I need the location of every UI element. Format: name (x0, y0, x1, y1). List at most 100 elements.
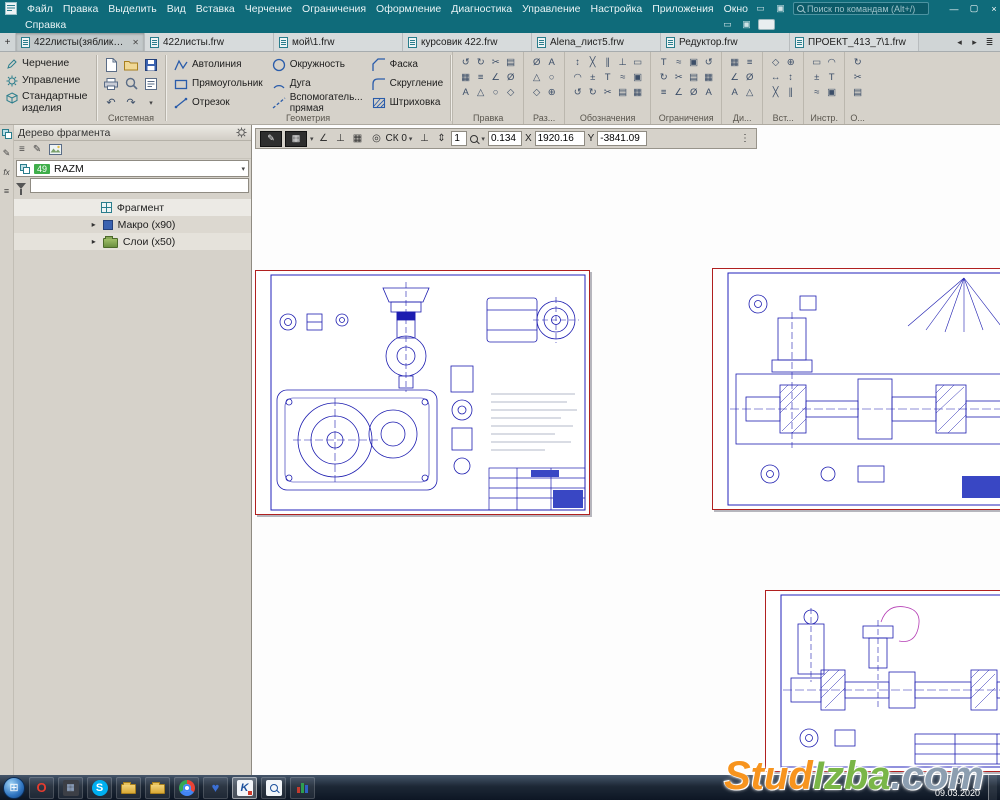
tool-icon[interactable]: T (824, 70, 839, 85)
tree-item-macro[interactable]: ▸ Макро (x90) (14, 216, 251, 233)
menu-item-settings[interactable]: Настройка (585, 2, 647, 16)
tool-icon[interactable]: ✂ (671, 70, 686, 85)
minimize-button[interactable]: — (944, 1, 964, 16)
command-search[interactable] (793, 2, 929, 15)
taskbar-chart-app[interactable] (290, 777, 315, 799)
tool-icon[interactable]: ╳ (585, 55, 600, 70)
menu-item-draw[interactable]: Черчение (240, 2, 297, 16)
tool-icon[interactable]: T (600, 70, 615, 85)
tool-icon[interactable]: ≡ (742, 55, 757, 70)
tree-edit-icon[interactable]: ✎ (33, 144, 41, 155)
tool-icon[interactable]: ≡ (473, 70, 488, 85)
tree-filter-input[interactable] (30, 178, 249, 193)
tool-rectangle[interactable]: Прямоугольник (170, 74, 266, 93)
expander-icon[interactable]: ▸ (90, 220, 98, 229)
tool-icon[interactable]: ▦ (630, 85, 645, 100)
zoom-icon[interactable] (470, 135, 478, 143)
tool-icon[interactable]: ≈ (671, 55, 686, 70)
tool-segment[interactable]: Отрезок (170, 93, 266, 112)
tool-icon[interactable]: ◇ (529, 85, 544, 100)
y-coordinate-field[interactable] (597, 131, 647, 146)
panel-item-standard-parts[interactable]: Стандартные изделия (4, 90, 95, 115)
tool-icon[interactable]: ↻ (850, 55, 865, 70)
taskbar-app[interactable]: ▦ (58, 777, 83, 799)
tool-icon[interactable]: ↺ (458, 55, 473, 70)
tool-icon[interactable]: ± (585, 70, 600, 85)
tool-icon[interactable]: Ø (503, 70, 518, 85)
tool-icon[interactable]: T (656, 55, 671, 70)
tree-item-layers[interactable]: ▸ Слои (x50) (14, 233, 251, 250)
gear-icon[interactable] (236, 127, 247, 138)
menu-item-view[interactable]: Вид (162, 2, 191, 16)
panel-item-drawing[interactable]: Черчение (4, 56, 95, 71)
tool-icon[interactable]: ▦ (701, 70, 716, 85)
tool-icon[interactable]: A (727, 85, 742, 100)
zoom-value-field[interactable] (488, 131, 522, 146)
tool-icon[interactable]: ✂ (488, 55, 503, 70)
tool-icon[interactable]: ↺ (570, 85, 585, 100)
layers-icon[interactable] (2, 129, 12, 139)
tab-next-icon[interactable]: ▸ (968, 37, 981, 48)
tool-icon[interactable]: ▭ (809, 55, 824, 70)
tool-icon[interactable]: ◠ (570, 70, 585, 85)
redo-icon[interactable]: ↷ (121, 93, 141, 112)
panel-item-management[interactable]: Управление (4, 73, 95, 88)
tool-icon[interactable]: ± (809, 70, 824, 85)
tool-icon[interactable]: ⊥ (615, 55, 630, 70)
tool-icon[interactable]: ≈ (615, 70, 630, 85)
counter-box[interactable] (758, 19, 775, 30)
tab-kursovik-422[interactable]: курсовик 422.frw (403, 33, 532, 51)
undo-icon[interactable]: ↶ (101, 93, 121, 112)
tool-icon[interactable]: ↻ (585, 85, 600, 100)
tool-icon[interactable]: △ (473, 85, 488, 100)
tool-icon[interactable]: A (544, 55, 559, 70)
tool-icon[interactable]: ▣ (824, 85, 839, 100)
tool-icon[interactable]: Ø (742, 70, 757, 85)
tool-icon[interactable]: ∥ (600, 55, 615, 70)
tab-reduktor[interactable]: Редуктор.frw (661, 33, 790, 51)
tool-icon[interactable]: ∠ (671, 85, 686, 100)
menu-item-styling[interactable]: Оформление (371, 2, 446, 16)
tool-icon[interactable]: △ (529, 70, 544, 85)
tool-icon[interactable]: ▭ (630, 55, 645, 70)
menu-item-help[interactable]: Справка (20, 18, 71, 32)
tab-close-icon[interactable]: ✕ (132, 38, 139, 47)
tool-icon[interactable]: ↕ (783, 70, 798, 85)
grid-icon[interactable]: ▦ (351, 133, 365, 144)
tree-item-fragment[interactable]: Фрагмент (14, 199, 251, 216)
tab-422listy-zyablikov[interactable]: 422листы(зябликов)... ✕ (16, 33, 145, 51)
start-button[interactable]: ⊞ (3, 777, 25, 799)
tool-arc[interactable]: Дуга (268, 74, 366, 93)
tool-hatch[interactable]: Штриховка (368, 93, 447, 112)
tool-icon[interactable]: ▣ (630, 70, 645, 85)
updown-icon[interactable]: ⇕ (434, 133, 448, 144)
show-desktop-button[interactable] (988, 775, 997, 800)
image-icon[interactable] (49, 144, 62, 155)
tab-prev-icon[interactable]: ◂ (953, 37, 966, 48)
menu-item-diagnostics[interactable]: Диагностика (446, 2, 517, 16)
tool-icon[interactable]: ↔ (768, 70, 783, 85)
new-tab-button[interactable]: + (0, 33, 16, 51)
tab-alena-list5[interactable]: Alena_лист5.frw (532, 33, 661, 51)
close-button[interactable]: × (984, 1, 1000, 16)
filter-icon[interactable] (16, 183, 26, 189)
taskbar-folder-2[interactable] (145, 777, 170, 799)
monitor-icon[interactable]: ▭ (720, 19, 735, 30)
tool-icon[interactable]: ↺ (701, 55, 716, 70)
tool-circle[interactable]: Окружность (268, 55, 366, 74)
tool-autoline[interactable]: Автолиния (170, 55, 266, 74)
tool-icon[interactable]: ⊕ (544, 85, 559, 100)
tool-icon[interactable]: ○ (544, 70, 559, 85)
tab-moy1[interactable]: мой\1.frw (274, 33, 403, 51)
edit-mode-button[interactable]: ✎ (260, 131, 282, 147)
print-icon[interactable] (101, 74, 121, 93)
tab-422listy[interactable]: 422листы.frw (145, 33, 274, 51)
screens-icon[interactable]: ▣ (773, 3, 788, 14)
drawing-canvas[interactable] (252, 125, 1000, 775)
pencil-icon[interactable]: ✎ (3, 148, 11, 159)
tool-icon[interactable]: ◇ (768, 55, 783, 70)
grip-icon[interactable]: ⋮ (738, 133, 752, 144)
tool-icon[interactable]: Ø (529, 55, 544, 70)
tool-icon[interactable]: ▤ (850, 85, 865, 100)
tool-icon[interactable]: ≈ (809, 85, 824, 100)
